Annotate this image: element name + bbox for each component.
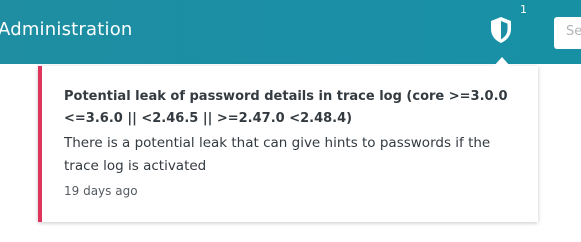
notification-title[interactable]: Potential leak of password details in tr… xyxy=(64,86,524,130)
shield-icon xyxy=(491,17,511,43)
security-notifications-button[interactable] xyxy=(489,16,513,44)
top-header: Administration 1 Se xyxy=(0,0,581,64)
notification-count-badge: 1 xyxy=(520,3,527,16)
page-title: Administration xyxy=(0,19,133,40)
notification-timestamp: 19 days ago xyxy=(64,184,138,198)
popover-pointer xyxy=(494,57,510,66)
security-notification-popover: Potential leak of password details in tr… xyxy=(38,66,538,222)
search-input[interactable]: Se xyxy=(554,17,581,49)
notification-body: There is a potential leak that can give … xyxy=(64,135,491,174)
